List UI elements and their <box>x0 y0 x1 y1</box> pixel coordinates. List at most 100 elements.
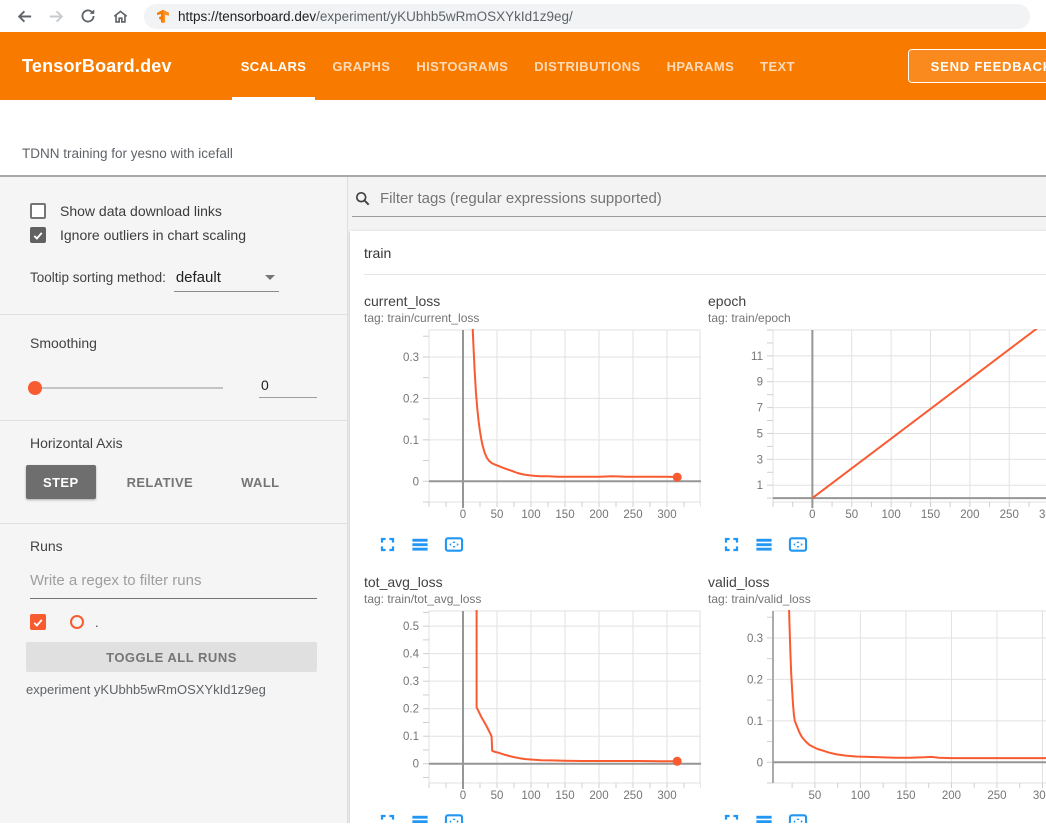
tab-text[interactable]: TEXT <box>747 32 808 100</box>
tooltip-sorting-value: default <box>176 269 247 286</box>
line-chart[interactable]: 05010015020025030000.10.20.3 <box>364 326 708 521</box>
toggle-all-runs-button[interactable]: TOGGLE ALL RUNS <box>26 642 317 672</box>
smoothing-label: Smoothing <box>30 335 347 351</box>
svg-text:100: 100 <box>521 790 540 802</box>
experiment-id-label: experiment yKUbhb5wRmOSXYkId1z9eg <box>26 682 347 697</box>
chart-title: tot_avg_loss <box>364 574 708 590</box>
svg-text:1: 1 <box>757 480 763 492</box>
svg-text:250: 250 <box>623 509 642 521</box>
tab-distributions[interactable]: DISTRIBUTIONS <box>521 32 653 100</box>
chart-tag: tag: train/current_loss <box>364 311 708 325</box>
svg-text:200: 200 <box>942 790 961 802</box>
fullscreen-icon[interactable] <box>722 535 741 554</box>
svg-text:150: 150 <box>555 790 574 802</box>
tooltip-sorting-label: Tooltip sorting method: <box>30 270 166 285</box>
chart-toolbar <box>378 812 708 823</box>
svg-text:300: 300 <box>657 790 676 802</box>
svg-text:3: 3 <box>757 454 763 466</box>
filter-tags-placeholder: Filter tags (regular expressions support… <box>380 190 662 207</box>
chart-tag: tag: train/epoch <box>708 311 1046 325</box>
data-table-icon[interactable] <box>410 535 430 554</box>
smoothing-slider[interactable] <box>30 387 223 389</box>
show-download-links-label: Show data download links <box>60 203 222 219</box>
svg-text:0.3: 0.3 <box>747 633 763 645</box>
tab-graphs[interactable]: GRAPHS <box>319 32 403 100</box>
check-icon <box>32 229 44 242</box>
send-feedback-button[interactable]: SEND FEEDBACK <box>908 49 1046 83</box>
svg-text:250: 250 <box>987 790 1006 802</box>
svg-text:200: 200 <box>960 509 979 521</box>
sidebar-divider <box>0 523 347 524</box>
data-table-icon[interactable] <box>754 812 774 823</box>
line-chart[interactable]: 0501001502002503001357911 <box>708 326 1046 521</box>
app-logo[interactable]: TensorBoard.dev <box>22 56 172 77</box>
tooltip-sorting-row: Tooltip sorting method: default <box>30 269 347 292</box>
tooltip-sorting-select[interactable]: default <box>174 269 279 292</box>
runs-filter-input[interactable]: Write a regex to filter runs <box>30 572 317 599</box>
svg-text:0.2: 0.2 <box>403 704 419 716</box>
line-chart[interactable]: 5010015020025030000.10.20.3 <box>708 607 1046 802</box>
fullscreen-icon[interactable] <box>378 535 397 554</box>
data-table-icon[interactable] <box>754 535 774 554</box>
svg-text:50: 50 <box>491 790 504 802</box>
smoothing-slider-thumb[interactable] <box>28 381 42 395</box>
axis-wall-button[interactable]: WALL <box>224 465 296 499</box>
fit-domain-icon[interactable] <box>787 812 809 823</box>
run-list-item: . <box>30 614 347 630</box>
experiment-subtitle-band: TDNN training for yesno with icefall <box>0 100 1046 177</box>
show-download-links-row: Show data download links <box>30 203 347 219</box>
line-chart[interactable]: 05010015020025030000.10.20.30.40.5 <box>364 607 708 802</box>
smoothing-value-field[interactable]: 0 <box>259 377 317 398</box>
chart-card-epoch: epoch tag: train/epoch 05010015020025030… <box>708 275 1046 554</box>
ignore-outliers-checkbox[interactable] <box>30 227 46 243</box>
axis-relative-button[interactable]: RELATIVE <box>110 465 211 499</box>
back-icon[interactable] <box>8 2 40 30</box>
svg-text:0.1: 0.1 <box>747 716 763 728</box>
sidebar-divider <box>0 314 347 315</box>
tab-histograms[interactable]: HISTOGRAMS <box>403 32 521 100</box>
fullscreen-icon[interactable] <box>722 812 741 823</box>
svg-text:0: 0 <box>460 509 466 521</box>
group-title: train <box>364 245 391 261</box>
fit-domain-icon[interactable] <box>443 812 465 823</box>
train-group-header[interactable]: train <box>364 231 1046 275</box>
address-bar[interactable]: https://tensorboard.dev/experiment/yKUbh… <box>144 4 1030 29</box>
run-checkbox[interactable] <box>30 614 46 630</box>
settings-sidebar: Show data download links Ignore outliers… <box>0 177 348 823</box>
svg-text:300: 300 <box>657 509 676 521</box>
svg-text:0.3: 0.3 <box>403 352 419 364</box>
fit-domain-icon[interactable] <box>443 535 465 554</box>
data-table-icon[interactable] <box>410 812 430 823</box>
ignore-outliers-row: Ignore outliers in chart scaling <box>30 227 347 243</box>
nav-tabs: SCALARS GRAPHS HISTOGRAMS DISTRIBUTIONS … <box>228 32 808 100</box>
tab-hparams[interactable]: HPARAMS <box>654 32 748 100</box>
svg-text:7: 7 <box>757 403 763 415</box>
reload-icon[interactable] <box>72 2 104 30</box>
show-download-links-checkbox[interactable] <box>30 203 46 219</box>
runs-label: Runs <box>30 538 347 554</box>
chart-card-current-loss: current_loss tag: train/current_loss 050… <box>364 275 708 554</box>
tab-scalars[interactable]: SCALARS <box>228 32 320 100</box>
app-header: TensorBoard.dev SCALARS GRAPHS HISTOGRAM… <box>0 32 1046 100</box>
svg-text:100: 100 <box>851 790 870 802</box>
home-icon[interactable] <box>104 2 136 30</box>
svg-text:0: 0 <box>413 759 419 771</box>
axis-step-button[interactable]: STEP <box>26 465 96 499</box>
svg-text:0: 0 <box>809 509 815 521</box>
svg-text:100: 100 <box>882 509 901 521</box>
fit-domain-icon[interactable] <box>787 535 809 554</box>
svg-text:300: 300 <box>1039 509 1046 521</box>
horizontal-axis-buttons: STEP RELATIVE WALL <box>26 465 347 499</box>
chart-tag: tag: train/tot_avg_loss <box>364 592 708 606</box>
svg-text:0.2: 0.2 <box>747 674 763 686</box>
filter-tags-input[interactable]: Filter tags (regular expressions support… <box>352 190 1046 217</box>
svg-text:100: 100 <box>521 509 540 521</box>
run-name: . <box>95 615 99 630</box>
main-panel: Filter tags (regular expressions support… <box>348 177 1046 823</box>
svg-text:150: 150 <box>921 509 940 521</box>
chart-tag: tag: train/valid_loss <box>708 592 1046 606</box>
forward-icon[interactable] <box>40 2 72 30</box>
experiment-title: TDNN training for yesno with icefall <box>22 146 233 161</box>
fullscreen-icon[interactable] <box>378 812 397 823</box>
horizontal-axis-label: Horizontal Axis <box>30 435 347 451</box>
